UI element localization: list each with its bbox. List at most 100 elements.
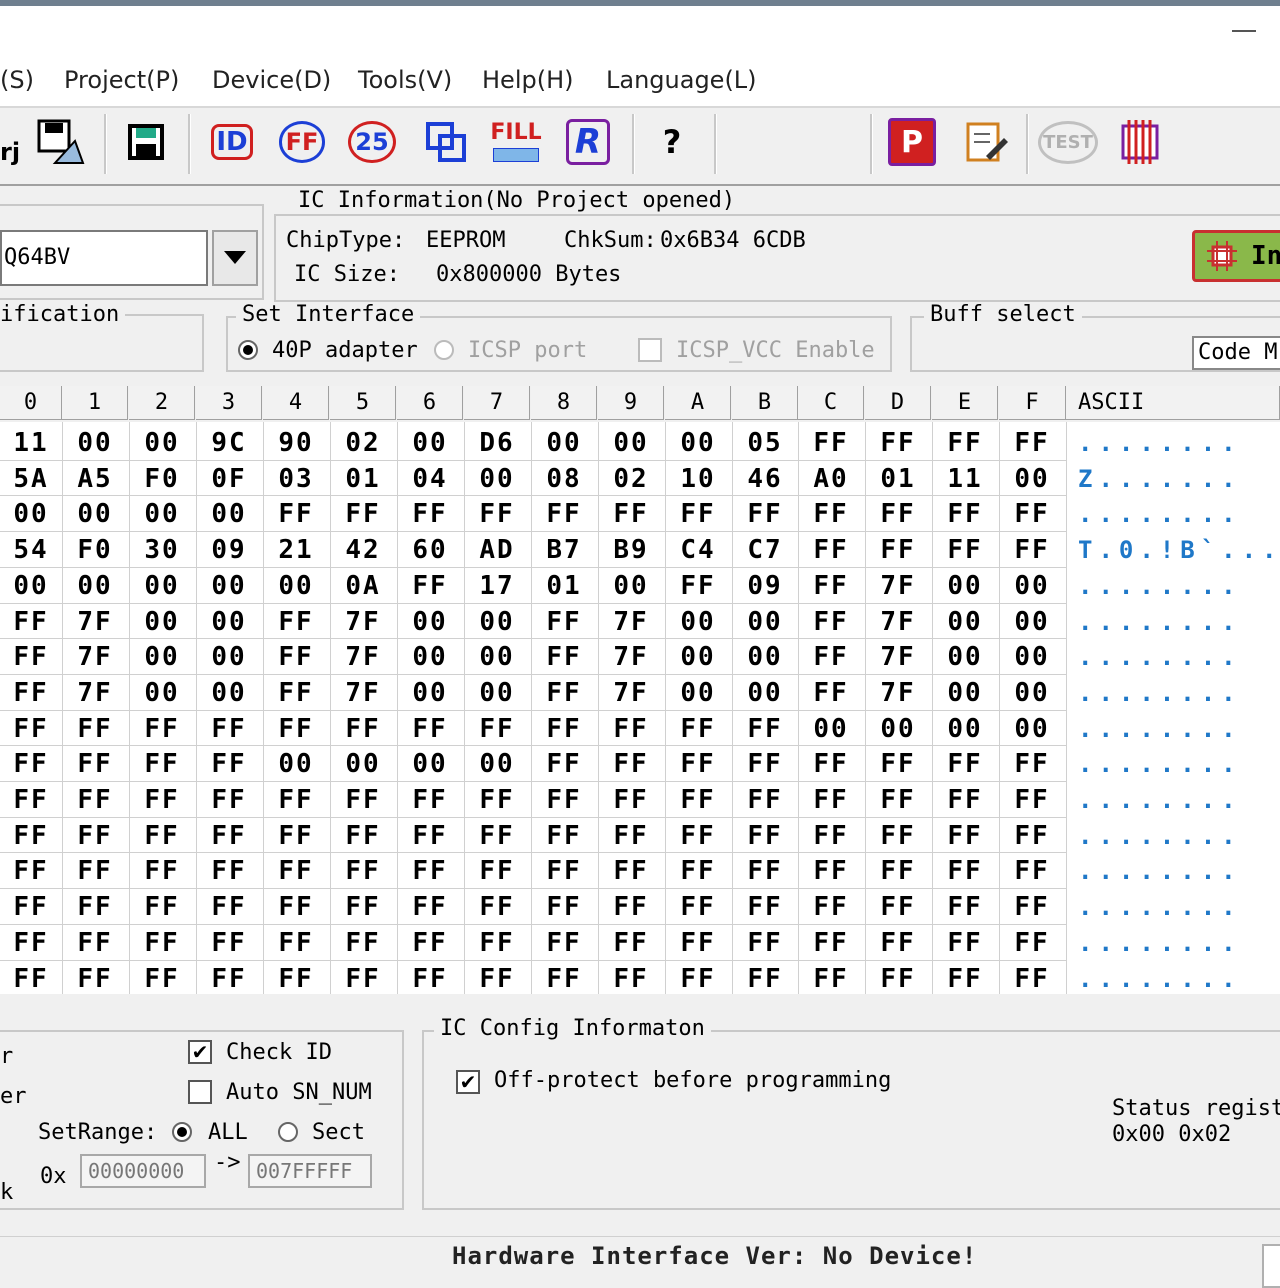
icsp-vcc-checkbox[interactable] <box>638 338 662 362</box>
hex-byte[interactable]: FF <box>732 962 798 996</box>
hex-byte[interactable]: FF <box>196 890 262 924</box>
hex-byte[interactable]: FF <box>330 819 396 853</box>
hex-byte[interactable]: 00 <box>397 676 463 710</box>
hex-byte[interactable]: FF <box>0 926 64 960</box>
hex-byte[interactable]: FF <box>598 926 664 960</box>
hex-byte[interactable]: FF <box>464 926 530 960</box>
hex-byte[interactable]: 30 <box>129 533 195 567</box>
hex-byte[interactable]: FF <box>397 854 463 888</box>
range-end-input[interactable]: 007FFFFF <box>248 1154 372 1188</box>
hex-byte[interactable]: 00 <box>999 712 1065 746</box>
hex-byte[interactable]: 7F <box>598 676 664 710</box>
program-icon[interactable]: P <box>886 116 938 168</box>
hex-byte[interactable]: FF <box>263 962 329 996</box>
hex-byte[interactable]: 00 <box>932 676 998 710</box>
hex-byte[interactable]: 02 <box>330 426 396 460</box>
hex-byte[interactable]: FF <box>263 676 329 710</box>
hex-byte[interactable]: FF <box>330 712 396 746</box>
hex-byte[interactable]: 04 <box>397 462 463 496</box>
hex-byte[interactable]: FF <box>999 890 1065 924</box>
hex-byte[interactable]: 00 <box>464 747 530 781</box>
hex-byte[interactable]: 00 <box>464 676 530 710</box>
menu-tools[interactable]: Tools(V) <box>358 66 452 94</box>
hex-byte[interactable]: D6 <box>464 426 530 460</box>
check-id-checkbox[interactable]: ✔ <box>188 1040 212 1064</box>
hex-byte[interactable]: FF <box>0 640 64 674</box>
hex-byte[interactable]: 7F <box>865 605 931 639</box>
hex-byte[interactable]: FF <box>196 926 262 960</box>
erase-icon[interactable]: FF <box>276 116 328 168</box>
blank-check-icon[interactable]: 25 <box>346 116 398 168</box>
chip-icon[interactable] <box>1114 116 1166 168</box>
hex-byte[interactable]: FF <box>129 854 195 888</box>
hex-byte[interactable]: FF <box>62 783 128 817</box>
hex-byte[interactable]: 7F <box>598 640 664 674</box>
hex-byte[interactable]: B7 <box>531 533 597 567</box>
hex-byte[interactable]: F0 <box>62 533 128 567</box>
hex-byte[interactable]: F0 <box>129 462 195 496</box>
hex-byte[interactable]: FF <box>129 890 195 924</box>
hex-byte[interactable]: 00 <box>665 426 731 460</box>
hex-byte[interactable]: FF <box>798 854 864 888</box>
hex-byte[interactable]: C4 <box>665 533 731 567</box>
hex-byte[interactable]: FF <box>263 854 329 888</box>
hex-byte[interactable]: 08 <box>531 462 597 496</box>
hex-byte[interactable]: FF <box>330 962 396 996</box>
range-sect-radio[interactable] <box>278 1122 298 1142</box>
hex-byte[interactable]: 00 <box>531 426 597 460</box>
hex-byte[interactable]: 05 <box>732 426 798 460</box>
hex-byte[interactable]: AD <box>464 533 530 567</box>
hex-byte[interactable]: FF <box>732 497 798 531</box>
hex-byte[interactable]: 21 <box>263 533 329 567</box>
hex-byte[interactable]: 60 <box>397 533 463 567</box>
hex-byte[interactable]: FF <box>263 640 329 674</box>
hex-byte[interactable]: 7F <box>598 605 664 639</box>
detect-button[interactable]: In <box>1192 230 1280 282</box>
hex-byte[interactable]: 7F <box>330 676 396 710</box>
hex-byte[interactable]: 7F <box>865 676 931 710</box>
hex-byte[interactable]: FF <box>999 747 1065 781</box>
hex-byte[interactable]: FF <box>531 854 597 888</box>
hex-byte[interactable]: 00 <box>129 426 195 460</box>
verify-icon[interactable] <box>420 116 472 168</box>
hex-byte[interactable]: C7 <box>732 533 798 567</box>
hex-byte[interactable]: 00 <box>330 747 396 781</box>
hex-byte[interactable]: FF <box>330 783 396 817</box>
hex-byte[interactable]: 90 <box>263 426 329 460</box>
hex-byte[interactable]: FF <box>932 426 998 460</box>
hex-byte[interactable]: 7F <box>62 676 128 710</box>
hex-byte[interactable]: FF <box>196 712 262 746</box>
hex-byte[interactable]: 00 <box>0 497 64 531</box>
hex-byte[interactable]: 00 <box>732 640 798 674</box>
hex-byte[interactable]: FF <box>531 497 597 531</box>
hex-byte[interactable]: 7F <box>330 640 396 674</box>
hex-byte[interactable]: 00 <box>732 605 798 639</box>
hex-byte[interactable]: 54 <box>0 533 64 567</box>
hex-byte[interactable]: FF <box>932 819 998 853</box>
help-icon[interactable]: ? <box>646 116 698 168</box>
hex-byte[interactable]: 00 <box>732 676 798 710</box>
hex-byte[interactable]: FF <box>798 640 864 674</box>
hex-byte[interactable]: FF <box>798 676 864 710</box>
hex-byte[interactable]: FF <box>531 640 597 674</box>
hex-byte[interactable]: FF <box>665 890 731 924</box>
hex-byte[interactable]: 00 <box>464 462 530 496</box>
auto-sn-checkbox[interactable] <box>188 1080 212 1104</box>
hex-byte[interactable]: 00 <box>798 712 864 746</box>
hex-byte[interactable]: 00 <box>397 747 463 781</box>
hex-byte[interactable]: 5A <box>0 462 64 496</box>
hex-byte[interactable]: FF <box>62 962 128 996</box>
hex-byte[interactable]: FF <box>263 712 329 746</box>
hex-byte[interactable]: FF <box>865 819 931 853</box>
hex-byte[interactable]: FF <box>665 569 731 603</box>
hex-byte[interactable]: FF <box>196 819 262 853</box>
hex-byte[interactable]: FF <box>598 747 664 781</box>
hex-byte[interactable]: FF <box>932 497 998 531</box>
hex-byte[interactable]: 02 <box>598 462 664 496</box>
save-project-icon[interactable] <box>34 116 86 168</box>
range-start-input[interactable]: 00000000 <box>80 1154 206 1188</box>
hex-byte[interactable]: A0 <box>798 462 864 496</box>
hex-byte[interactable]: FF <box>865 497 931 531</box>
hex-byte[interactable]: FF <box>665 962 731 996</box>
hex-byte[interactable]: FF <box>397 569 463 603</box>
